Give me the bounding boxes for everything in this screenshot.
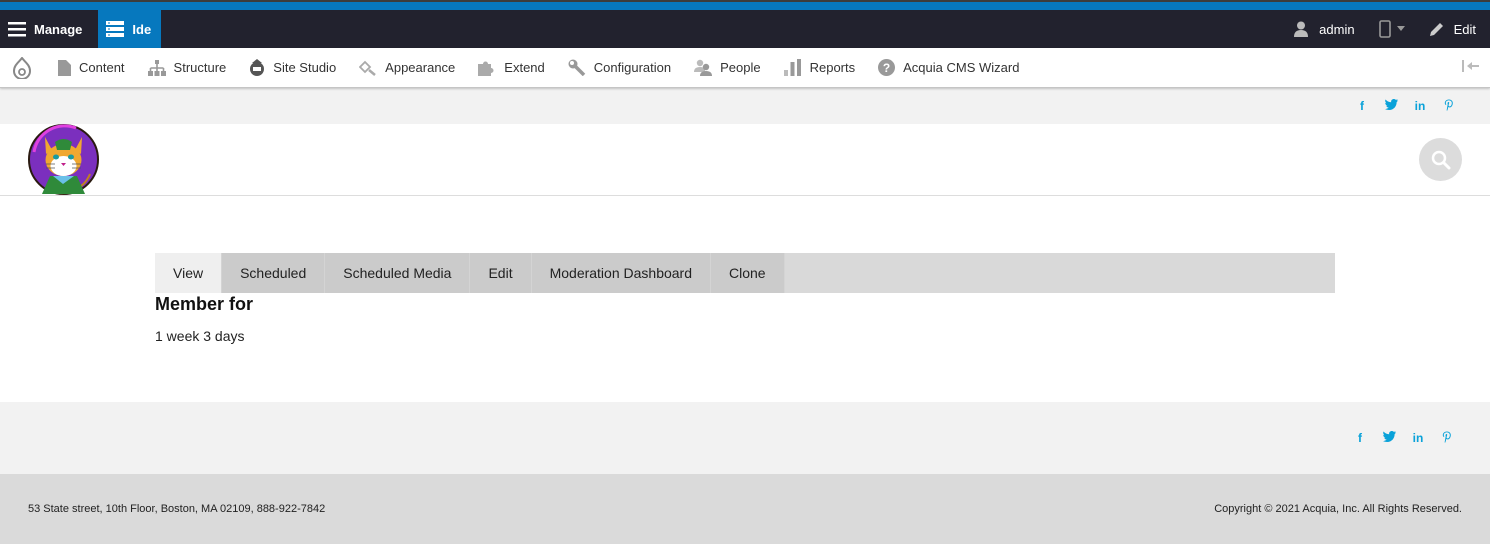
footer-copyright: Copyright © 2021 Acquia, Inc. All Rights… bbox=[1214, 503, 1462, 515]
tray-item-acquia-cms-wizard[interactable]: ? Acquia CMS Wizard bbox=[866, 48, 1030, 87]
twitter-icon[interactable] bbox=[1384, 99, 1398, 113]
site-footer: 53 State street, 10th Floor, Boston, MA … bbox=[0, 474, 1490, 544]
drupal-home-link[interactable] bbox=[0, 48, 46, 87]
paintbrush-icon bbox=[359, 60, 376, 76]
edit-button[interactable]: Edit bbox=[1417, 10, 1490, 48]
tray-item-site-studio[interactable]: Site Studio bbox=[237, 48, 347, 87]
site-header bbox=[0, 124, 1490, 196]
member-for-value: 1 week 3 days bbox=[155, 328, 245, 344]
tray-item-label: Reports bbox=[809, 60, 856, 75]
wrench-icon bbox=[568, 59, 586, 76]
device-icon bbox=[1378, 20, 1391, 38]
question-icon: ? bbox=[878, 59, 896, 76]
responsive-preview-button[interactable] bbox=[1367, 10, 1417, 48]
tray-item-label: Structure bbox=[173, 60, 227, 75]
tray-item-people[interactable]: People bbox=[682, 48, 771, 87]
facebook-icon[interactable]: f bbox=[1353, 431, 1367, 445]
user-icon bbox=[1294, 21, 1309, 37]
twitter-icon[interactable] bbox=[1382, 431, 1396, 445]
ide-button[interactable]: Ide bbox=[98, 10, 162, 48]
tab-edit[interactable]: Edit bbox=[470, 253, 532, 293]
tray-item-label: Site Studio bbox=[273, 60, 337, 75]
tray-item-label: Appearance bbox=[385, 60, 456, 75]
user-tabs: View Scheduled Scheduled Media Edit Mode… bbox=[155, 253, 1335, 293]
main-content: View Scheduled Scheduled Media Edit Mode… bbox=[0, 196, 1490, 402]
tray-item-content[interactable]: Content bbox=[46, 48, 136, 87]
manage-button[interactable]: Manage bbox=[0, 10, 98, 48]
tray-item-appearance[interactable]: Appearance bbox=[347, 48, 466, 87]
tray-item-label: Extend bbox=[504, 60, 545, 75]
user-menu[interactable]: admin bbox=[1281, 10, 1366, 48]
cat-logo-icon bbox=[28, 124, 99, 195]
search-button[interactable] bbox=[1419, 138, 1462, 181]
site-logo[interactable] bbox=[28, 124, 99, 195]
admin-tray: Content Structure Site Studio Appearance… bbox=[0, 48, 1490, 88]
ide-label: Ide bbox=[132, 21, 152, 37]
tab-scheduled[interactable]: Scheduled bbox=[222, 253, 326, 293]
search-icon bbox=[1431, 150, 1450, 169]
pinterest-icon[interactable] bbox=[1440, 431, 1454, 446]
facebook-icon[interactable]: f bbox=[1355, 99, 1369, 113]
tab-moderation-dashboard[interactable]: Moderation Dashboard bbox=[531, 253, 711, 293]
linkedin-icon[interactable]: in bbox=[1413, 99, 1427, 113]
site-studio-icon bbox=[250, 59, 265, 76]
footer-social-links: f in bbox=[1353, 431, 1454, 446]
puzzle-icon bbox=[478, 61, 494, 76]
caret-down-icon bbox=[1396, 26, 1405, 31]
tab-scheduled-media[interactable]: Scheduled Media bbox=[325, 253, 471, 293]
svg-text:?: ? bbox=[883, 61, 890, 75]
tray-item-configuration[interactable]: Configuration bbox=[556, 48, 682, 87]
member-for-label: Member for bbox=[155, 294, 254, 314]
admin-toolbar: Manage Ide admin Edit bbox=[0, 10, 1490, 48]
tray-item-label: People bbox=[720, 60, 761, 75]
tray-item-label: Content bbox=[79, 60, 125, 75]
toolbar-accent-bar bbox=[0, 0, 1490, 10]
tab-clone[interactable]: Clone bbox=[711, 253, 785, 293]
tray-item-label: Configuration bbox=[593, 60, 672, 75]
user-label: admin bbox=[1319, 21, 1355, 37]
edit-label: Edit bbox=[1453, 21, 1476, 37]
pencil-icon bbox=[1429, 22, 1443, 36]
header-social-bar: f in bbox=[0, 88, 1490, 124]
tray-orientation-toggle[interactable] bbox=[1462, 60, 1480, 75]
footer-address: 53 State street, 10th Floor, Boston, MA … bbox=[28, 503, 326, 515]
people-icon bbox=[694, 59, 713, 76]
tray-item-label: Acquia CMS Wizard bbox=[903, 60, 1020, 75]
bar-chart-icon bbox=[783, 59, 801, 76]
pinterest-icon[interactable] bbox=[1442, 99, 1456, 114]
footer-social-bar: f in bbox=[0, 402, 1490, 474]
server-icon bbox=[106, 21, 125, 37]
file-icon bbox=[58, 59, 71, 76]
tray-item-structure[interactable]: Structure bbox=[136, 48, 238, 87]
hamburger-icon bbox=[8, 22, 26, 37]
collapse-left-icon bbox=[1462, 60, 1479, 72]
linkedin-icon[interactable]: in bbox=[1411, 431, 1425, 445]
sitemap-icon bbox=[147, 59, 166, 76]
manage-label: Manage bbox=[34, 21, 83, 37]
tray-item-reports[interactable]: Reports bbox=[772, 48, 867, 87]
drupal-icon bbox=[12, 56, 32, 79]
tab-view[interactable]: View bbox=[155, 253, 223, 293]
social-links: f in bbox=[1355, 99, 1456, 114]
tray-item-extend[interactable]: Extend bbox=[466, 48, 555, 87]
